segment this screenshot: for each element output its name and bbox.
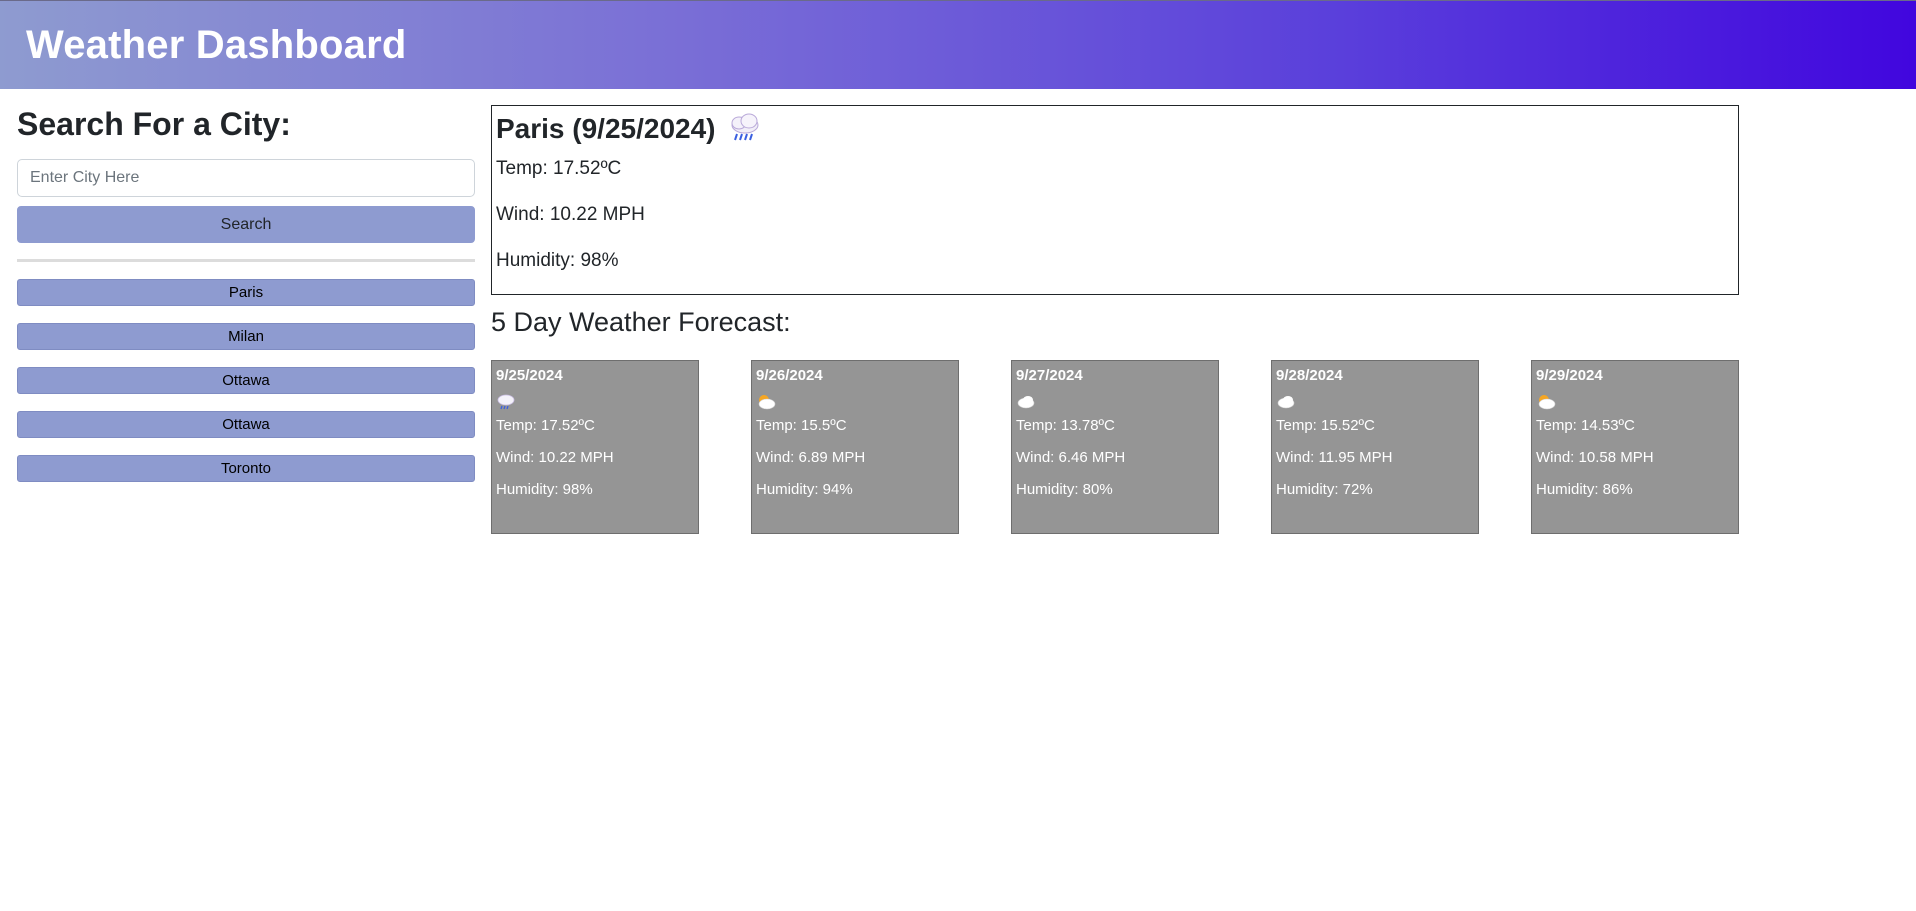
city-search-input[interactable] [17, 159, 475, 197]
forecast-date: 9/26/2024 [756, 367, 823, 384]
forecast-humidity: Humidity: 72% [1276, 481, 1373, 498]
forecast-wind: Wind: 6.46 MPH [1016, 449, 1126, 466]
search-history-list: Paris Milan Ottawa Ottawa Toronto [17, 279, 475, 482]
forecast-date: 9/25/2024 [496, 367, 563, 384]
forecast-date: 9/28/2024 [1276, 367, 1343, 384]
forecast-temp: Temp: 13.78ºC [1016, 417, 1115, 434]
forecast-date: 9/27/2024 [1016, 367, 1083, 384]
forecast-card: 9/29/2024 Temp: 14.53ºC Wind: 10.58 MPH … [1531, 360, 1739, 534]
history-button-ottawa[interactable]: Ottawa [17, 367, 475, 394]
forecast-temp: Temp: 15.52ºC [1276, 417, 1375, 434]
current-weather-header: Paris (9/25/2024) [496, 110, 1734, 148]
app-title: Weather Dashboard [26, 23, 407, 67]
forecast-card: 9/26/2024 Temp: 15.5ºC Wind: 6.89 MPH Hu… [751, 360, 959, 534]
forecast-wind: Wind: 10.22 MPH [496, 449, 614, 466]
forecast-temp: Temp: 14.53ºC [1536, 417, 1635, 434]
forecast-heading: 5 Day Weather Forecast: [491, 307, 791, 337]
current-weather-panel: Paris (9/25/2024) Temp: 17.52ºC Wind: 10… [491, 105, 1739, 295]
current-humidity: Humidity: 98% [496, 250, 619, 271]
rain-cloud-icon [731, 113, 758, 141]
forecast-card: 9/27/2024 Temp: 13.78ºC Wind: 6.46 MPH H… [1011, 360, 1219, 534]
forecast-card: 9/25/2024 Temp: 17.52ºC Wind: 10.22 MPH … [491, 360, 699, 534]
forecast-humidity: Humidity: 80% [1016, 481, 1113, 498]
forecast-humidity: Humidity: 94% [756, 481, 853, 498]
forecast-temp: Temp: 17.52ºC [496, 417, 595, 434]
partly-cloudy-icon [1538, 395, 1556, 410]
forecast-wind: Wind: 11.95 MPH [1276, 449, 1393, 466]
partly-cloudy-icon [758, 395, 776, 410]
forecast-humidity: Humidity: 86% [1536, 481, 1633, 498]
search-heading: Search For a City: [17, 106, 291, 142]
current-temp: Temp: 17.52ºC [496, 158, 622, 179]
rain-cloud-icon [497, 394, 515, 410]
search-button[interactable]: Search [17, 206, 475, 243]
history-button-paris[interactable]: Paris [17, 279, 475, 306]
forecast-wind: Wind: 10.58 MPH [1536, 449, 1654, 466]
history-button-toronto[interactable]: Toronto [17, 455, 475, 482]
current-city-title: Paris (9/25/2024) [496, 113, 716, 144]
history-button-ottawa-2[interactable]: Ottawa [17, 411, 475, 438]
forecast-date: 9/29/2024 [1536, 367, 1603, 384]
forecast-temp: Temp: 15.5ºC [756, 417, 847, 434]
cloud-icon [1017, 396, 1035, 409]
divider [17, 259, 475, 262]
forecast-humidity: Humidity: 98% [496, 481, 593, 498]
forecast-wind: Wind: 6.89 MPH [756, 449, 866, 466]
history-button-milan[interactable]: Milan [17, 323, 475, 350]
cloud-icon [1277, 396, 1295, 409]
app-header: Weather Dashboard [0, 0, 1916, 89]
current-wind: Wind: 10.22 MPH [496, 204, 645, 225]
sidebar: Search For a City: Search Paris Milan Ot… [17, 106, 475, 499]
forecast-card: 9/28/2024 Temp: 15.52ºC Wind: 11.95 MPH … [1271, 360, 1479, 534]
